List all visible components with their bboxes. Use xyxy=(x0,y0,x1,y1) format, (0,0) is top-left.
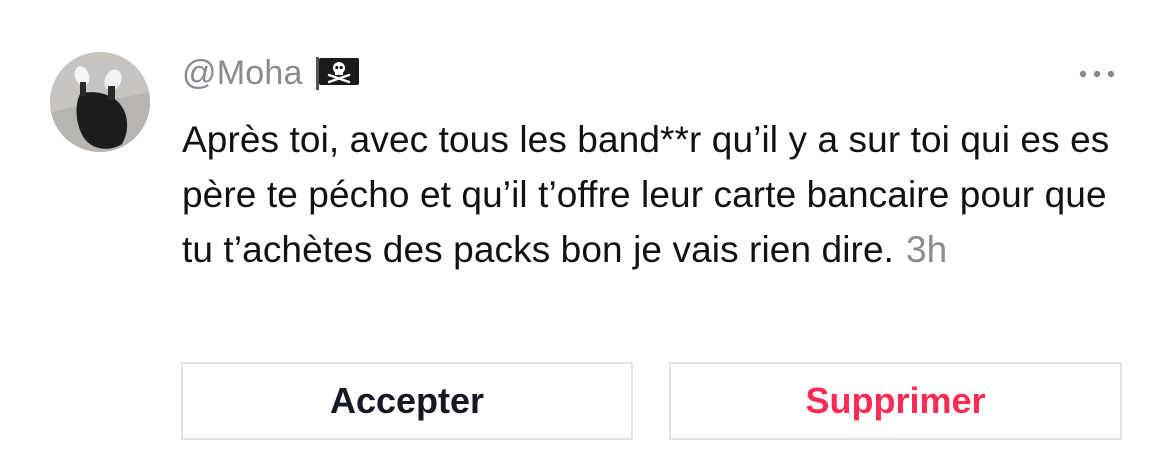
comment-item: @Moha Après toi, avec tous les band**r q… xyxy=(0,0,1170,468)
avatar-photo-icon xyxy=(50,52,150,152)
accept-button[interactable]: Accepter xyxy=(181,362,633,440)
comment-timestamp: 3h xyxy=(906,229,948,270)
username[interactable]: @Moha xyxy=(182,54,303,93)
more-options-icon xyxy=(1079,70,1115,78)
comment-body: Après toi, avec tous les band**r qu’il y… xyxy=(182,112,1122,277)
delete-button[interactable]: Supprimer xyxy=(669,362,1122,440)
comment-text: Après toi, avec tous les band**r qu’il y… xyxy=(182,119,1110,270)
username-row: @Moha xyxy=(182,50,361,96)
more-options-button[interactable] xyxy=(1075,62,1119,86)
avatar[interactable] xyxy=(50,52,150,152)
comment-actions: Accepter Supprimer xyxy=(181,362,1122,444)
pirate-flag-icon xyxy=(315,55,361,91)
